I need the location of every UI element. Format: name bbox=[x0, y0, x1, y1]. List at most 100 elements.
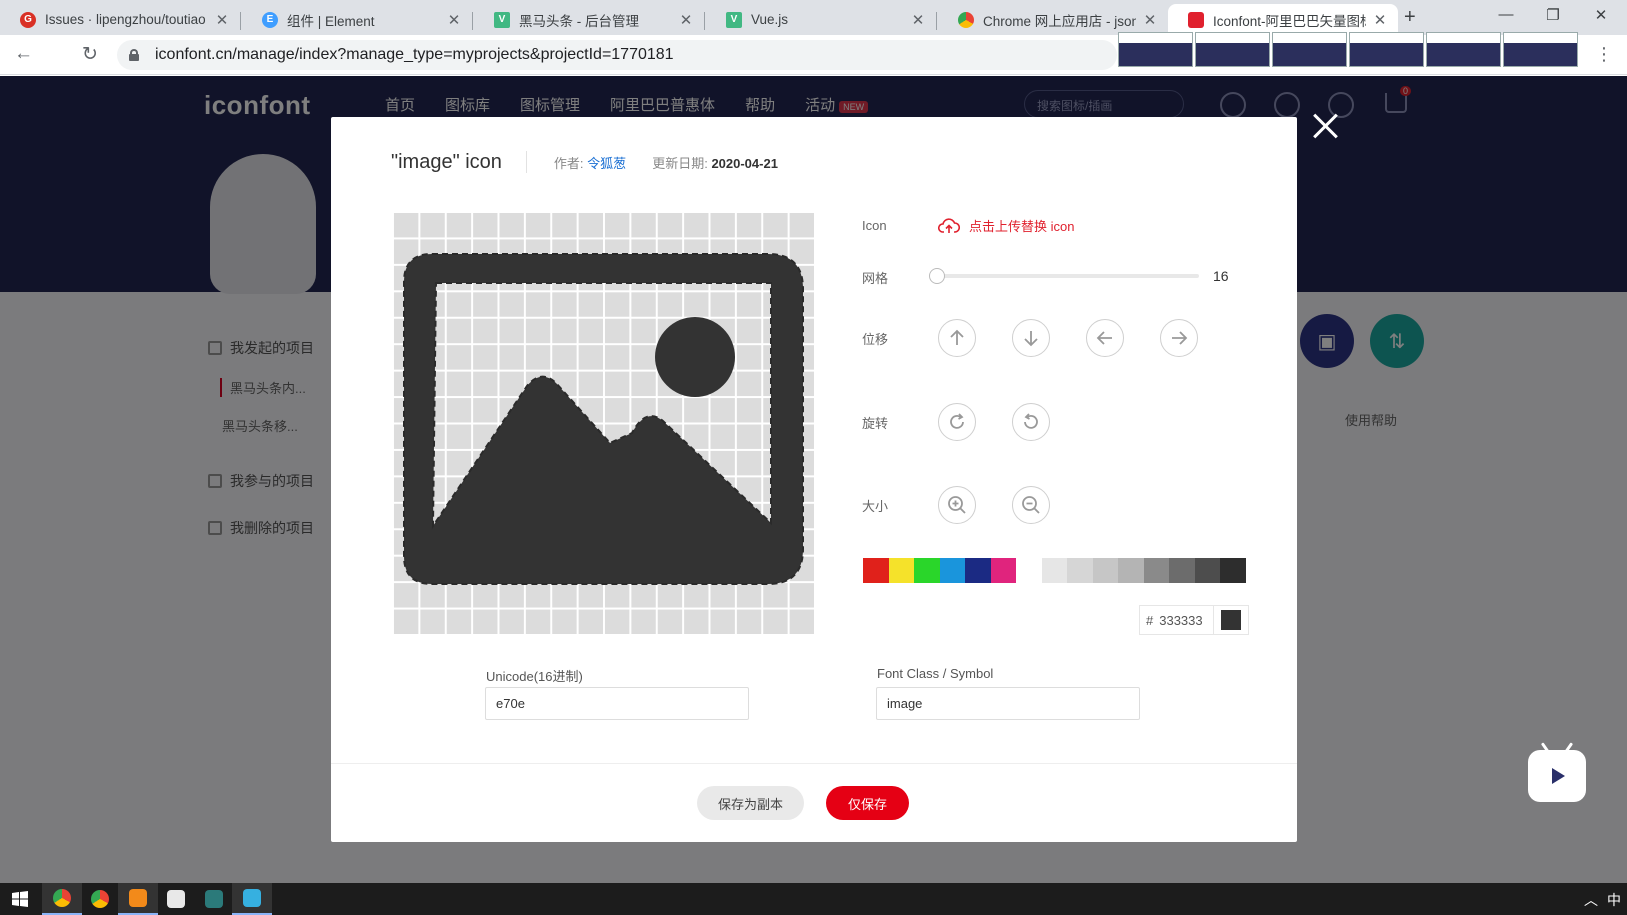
swatch-yellow[interactable] bbox=[888, 558, 914, 583]
swatch-pink[interactable] bbox=[990, 558, 1016, 583]
taskbar-terminal-icon[interactable] bbox=[194, 883, 234, 915]
grid-slider-track[interactable] bbox=[932, 274, 1199, 278]
thumbnail bbox=[1118, 32, 1193, 67]
font-class-label: Font Class / Symbol bbox=[877, 666, 994, 681]
browser-tab[interactable]: G Issues · lipengzhou/toutiao ✕ bbox=[0, 4, 240, 35]
move-up-button[interactable] bbox=[938, 319, 976, 357]
close-tab-icon[interactable]: ✕ bbox=[214, 11, 230, 29]
play-icon bbox=[1552, 768, 1565, 784]
taskbar-app-icon[interactable] bbox=[232, 883, 272, 915]
rotate-ccw-icon bbox=[1024, 413, 1038, 429]
zoom-out-icon bbox=[1022, 496, 1040, 514]
hex-value: 333333 bbox=[1159, 612, 1203, 628]
swatch-gray-1[interactable] bbox=[1041, 558, 1067, 583]
tab-title: 组件 | Element bbox=[287, 13, 375, 29]
rotate-counterclockwise-button[interactable] bbox=[1012, 403, 1050, 441]
browser-tab[interactable]: E 组件 | Element ✕ bbox=[242, 4, 472, 35]
taskbar-sublime-icon[interactable] bbox=[118, 883, 158, 915]
back-arrow-icon[interactable]: ← bbox=[14, 43, 33, 65]
date-value: 2020-04-21 bbox=[711, 155, 778, 171]
close-tab-icon[interactable]: ✕ bbox=[910, 11, 926, 29]
arrow-right-icon bbox=[1172, 331, 1188, 345]
dialog-header: "image" icon 作者: 令狐葱 更新日期: 2020-04-21 bbox=[391, 151, 778, 173]
tab-separator bbox=[936, 12, 937, 30]
swatch-gray-8[interactable] bbox=[1220, 558, 1246, 583]
close-tab-icon[interactable]: ✕ bbox=[446, 11, 462, 29]
thumbnail bbox=[1272, 32, 1347, 67]
zoom-in-button[interactable] bbox=[938, 486, 976, 524]
window-close-icon[interactable]: ✕ bbox=[1578, 6, 1624, 24]
browser-tab-active[interactable]: Iconfont-阿里巴巴矢量图标 ✕ bbox=[1168, 4, 1398, 35]
close-tab-icon[interactable]: ✕ bbox=[1142, 11, 1158, 29]
more-menu-icon[interactable]: ⋮ bbox=[1595, 44, 1613, 65]
grid-label: 网格 bbox=[862, 271, 889, 286]
swatch-gray-3[interactable] bbox=[1092, 558, 1118, 583]
swatch-gray-6[interactable] bbox=[1169, 558, 1195, 583]
reload-icon[interactable]: ↻ bbox=[82, 43, 98, 66]
tab-separator bbox=[472, 12, 473, 30]
zoom-out-button[interactable] bbox=[1012, 486, 1050, 524]
browser-tab[interactable]: V 黑马头条 - 后台管理 ✕ bbox=[474, 4, 704, 35]
grid-value: 16 bbox=[1213, 268, 1229, 284]
current-color-fill bbox=[1221, 610, 1241, 630]
swatch-navy[interactable] bbox=[965, 558, 991, 583]
gitee-favicon-icon: G bbox=[20, 11, 36, 28]
swatch-gray-7[interactable] bbox=[1194, 558, 1220, 583]
current-color-chip[interactable] bbox=[1213, 605, 1249, 635]
move-down-button[interactable] bbox=[1012, 319, 1050, 357]
minimize-icon[interactable]: — bbox=[1483, 6, 1529, 23]
screen-recorder-thumbnails bbox=[1118, 32, 1580, 67]
lock-icon bbox=[129, 49, 139, 61]
tab-separator bbox=[704, 12, 705, 30]
browser-tab[interactable]: V Vue.js ✕ bbox=[706, 4, 936, 35]
thumbnail bbox=[1195, 32, 1270, 67]
author-meta: 作者: 令狐葱 bbox=[554, 153, 626, 172]
swatch-white[interactable] bbox=[1016, 558, 1042, 583]
rotate-label: 旋转 bbox=[862, 416, 889, 431]
date-meta: 更新日期: 2020-04-21 bbox=[652, 153, 778, 172]
video-player-widget[interactable] bbox=[1528, 750, 1586, 802]
upload-replace-button[interactable]: 点击上传替换 icon bbox=[938, 216, 1074, 235]
swatch-blue[interactable] bbox=[939, 558, 965, 583]
font-class-input[interactable] bbox=[876, 687, 1140, 720]
thumbnail bbox=[1349, 32, 1424, 67]
browser-tab[interactable]: Chrome 网上应用店 - json ✕ bbox=[938, 4, 1168, 35]
iconfont-favicon-icon bbox=[1188, 11, 1204, 28]
hex-color-input[interactable]: # 333333 bbox=[1139, 605, 1213, 635]
restore-icon[interactable]: ❐ bbox=[1530, 6, 1576, 24]
hash-symbol: # bbox=[1146, 612, 1154, 628]
swatch-gray-2[interactable] bbox=[1067, 558, 1093, 583]
url-bar[interactable]: iconfont.cn/manage/index?manage_type=myp… bbox=[117, 40, 1117, 70]
taskbar-chrome-icon[interactable] bbox=[42, 883, 82, 915]
arrow-left-icon bbox=[1096, 331, 1112, 345]
icon-preview-canvas[interactable] bbox=[392, 211, 814, 634]
rotate-clockwise-button[interactable] bbox=[938, 403, 976, 441]
move-left-button[interactable] bbox=[1086, 319, 1124, 357]
start-windows-icon[interactable] bbox=[0, 883, 40, 915]
move-right-button[interactable] bbox=[1160, 319, 1198, 357]
move-label: 位移 bbox=[862, 332, 889, 347]
tab-title: Vue.js bbox=[751, 12, 789, 27]
swatch-gray-4[interactable] bbox=[1118, 558, 1144, 583]
swatch-red[interactable] bbox=[863, 558, 889, 583]
close-tab-icon[interactable]: ✕ bbox=[1372, 11, 1388, 29]
tray-expand-icon[interactable]: ︿ bbox=[1584, 890, 1598, 910]
taskbar-chrome-2-icon[interactable] bbox=[80, 883, 120, 915]
author-link[interactable]: 令狐葱 bbox=[587, 156, 626, 171]
windows-logo-icon bbox=[12, 891, 28, 907]
grid-slider-handle[interactable] bbox=[929, 268, 945, 284]
taskbar-notepad-icon[interactable] bbox=[156, 883, 196, 915]
save-as-copy-button[interactable]: 保存为副本 bbox=[697, 786, 804, 820]
unicode-input[interactable] bbox=[485, 687, 749, 720]
dialog-close-icon[interactable] bbox=[1311, 112, 1339, 140]
vue-favicon-icon: V bbox=[726, 11, 742, 28]
swatch-gray-5[interactable] bbox=[1143, 558, 1169, 583]
swatch-green[interactable] bbox=[914, 558, 940, 583]
save-only-button[interactable]: 仅保存 bbox=[826, 786, 909, 820]
cloud-upload-icon bbox=[938, 217, 960, 233]
tab-title: Iconfont-阿里巴巴矢量图标 bbox=[1213, 13, 1366, 29]
icon-label: Icon bbox=[862, 218, 887, 233]
ime-indicator[interactable]: 中 bbox=[1607, 890, 1621, 910]
new-tab-button[interactable]: + bbox=[1404, 6, 1416, 29]
close-tab-icon[interactable]: ✕ bbox=[678, 11, 694, 29]
